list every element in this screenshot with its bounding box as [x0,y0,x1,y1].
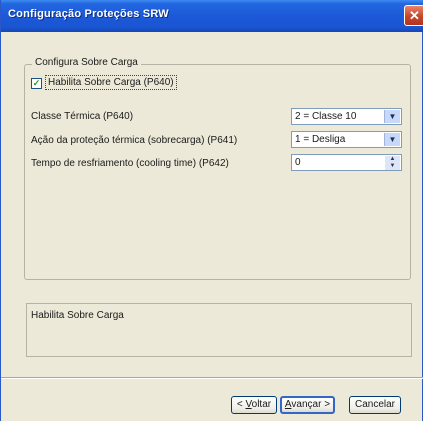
thermal-class-label: Classe Térmica (P640) [31,111,134,122]
cooling-time-value[interactable]: 0 [295,157,301,168]
enable-overload-checkbox[interactable]: ✓ [31,78,42,89]
description-panel: Habilita Sobre Carga [26,303,412,357]
window-title: Configuração Proteções SRW [8,8,169,20]
description-text: Habilita Sobre Carga [31,310,124,321]
close-button[interactable]: ✕ [404,5,423,26]
cancel-button[interactable]: Cancelar [349,396,401,414]
cancel-button-label: Cancelar [354,399,396,410]
cooling-time-spinner[interactable]: 0 ▲ ▼ [291,154,402,171]
chevron-down-icon[interactable]: ▼ [384,133,400,146]
footer-separator [1,377,423,379]
dialog-window: Configuração Proteções SRW ✕ Configura S… [0,0,423,421]
groupbox-legend: Configura Sobre Carga [32,57,141,68]
thermal-class-value: 2 = Classe 10 [295,111,357,122]
thermal-action-label: Ação da proteção térmica (sobrecarga) (P… [31,135,238,146]
thermal-class-select[interactable]: 2 = Classe 10 ▼ [291,108,402,125]
chevron-down-icon[interactable]: ▼ [384,110,400,123]
back-button-prefix: < [236,399,246,410]
next-button-label: vançar > [291,399,331,410]
enable-overload-label[interactable]: Habilita Sobre Carga (P640) [45,75,177,90]
spin-up-icon[interactable]: ▲ [385,156,400,163]
next-button[interactable]: Avançar > [280,396,335,414]
spin-down-icon[interactable]: ▼ [385,163,400,170]
thermal-action-select[interactable]: 1 = Desliga ▼ [291,131,402,148]
cooling-time-label: Tempo de resfriamento (cooling time) (P6… [31,158,229,169]
back-button[interactable]: < Voltar [231,396,277,414]
overload-groupbox [24,64,411,280]
thermal-action-value: 1 = Desliga [295,134,346,145]
back-button-label: oltar [251,399,272,410]
close-icon: ✕ [409,8,420,23]
title-bar[interactable]: Configuração Proteções SRW ✕ [1,0,423,32]
